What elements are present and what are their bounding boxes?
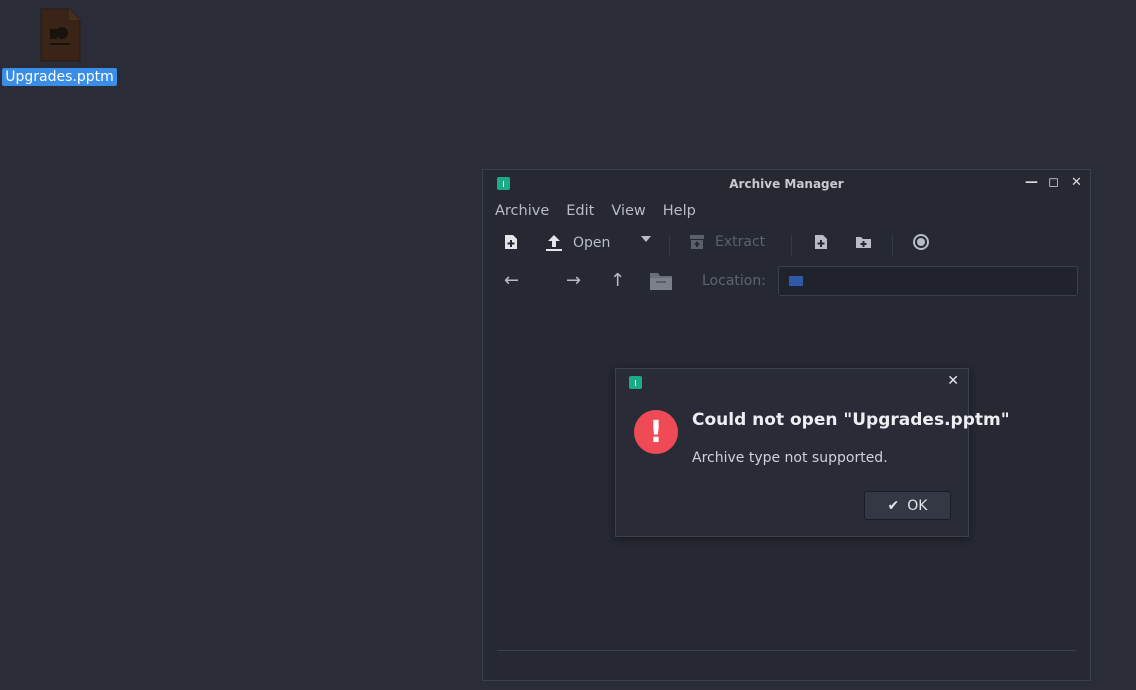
menu-view[interactable]: View	[611, 203, 645, 219]
error-dialog: ✕ ! Could not open "Upgrades.pptm" Archi…	[615, 368, 1010, 537]
location-label: Location:	[702, 273, 766, 289]
upload-icon	[546, 235, 562, 251]
add-folder-icon	[856, 237, 871, 248]
minimize-icon[interactable]: —	[1025, 175, 1038, 191]
open-dropdown-button[interactable]	[640, 235, 652, 243]
extract-label: Extract	[715, 234, 766, 250]
location-bar: ← → ↑ Location:	[483, 266, 1090, 296]
error-icon: !	[634, 410, 678, 454]
checkmark-icon: ✔	[887, 497, 900, 514]
up-arrow-icon[interactable]: ↑	[610, 270, 625, 291]
toolbar-separator	[669, 236, 670, 256]
maximize-icon[interactable]: ◻	[1048, 175, 1059, 191]
statusbar-divider	[497, 650, 1076, 651]
desktop-file-label: Upgrades.pptm	[2, 68, 117, 86]
archive-manager-app-icon	[629, 376, 642, 389]
new-file-icon	[505, 235, 517, 249]
dialog-message: Archive type not supported.	[692, 450, 888, 466]
toolbar: Open Extract	[483, 228, 1090, 260]
folder-icon	[789, 276, 803, 286]
toolbar-separator	[791, 236, 792, 256]
titlebar[interactable]: Archive Manager — ◻ ✕	[483, 170, 1090, 197]
menubar: Archive Edit View Help	[483, 197, 1090, 225]
chevron-down-icon	[641, 236, 651, 242]
add-file-icon	[815, 235, 827, 249]
window-title: Archive Manager	[729, 176, 844, 191]
toolbar-separator	[892, 236, 893, 256]
dialog-title: Could not open "Upgrades.pptm"	[692, 410, 1010, 430]
back-arrow-icon[interactable]: ←	[504, 270, 519, 291]
desktop-file-upgrades[interactable]: Upgrades.pptm	[2, 8, 117, 86]
presentation-file-icon	[39, 8, 81, 62]
open-button[interactable]: Open	[545, 234, 610, 252]
stop-button[interactable]	[913, 234, 929, 250]
add-files-button[interactable]	[814, 234, 828, 250]
archive-manager-app-icon	[497, 177, 510, 190]
menu-help[interactable]: Help	[663, 203, 696, 219]
menu-archive[interactable]: Archive	[495, 203, 549, 219]
menu-edit[interactable]: Edit	[566, 203, 594, 219]
close-icon[interactable]: ✕	[1071, 175, 1082, 191]
add-folder-button[interactable]	[855, 235, 872, 249]
location-input[interactable]	[778, 266, 1078, 296]
open-label: Open	[573, 235, 611, 251]
ok-button[interactable]: ✔ OK	[864, 491, 951, 520]
extract-icon	[690, 235, 704, 249]
forward-arrow-icon[interactable]: →	[566, 270, 581, 291]
stop-icon	[913, 234, 929, 250]
extract-button[interactable]: Extract	[689, 234, 765, 250]
home-folder-icon[interactable]	[649, 271, 673, 296]
ok-label: OK	[907, 497, 928, 514]
close-icon[interactable]: ✕	[947, 373, 959, 389]
new-archive-button[interactable]	[504, 234, 518, 250]
